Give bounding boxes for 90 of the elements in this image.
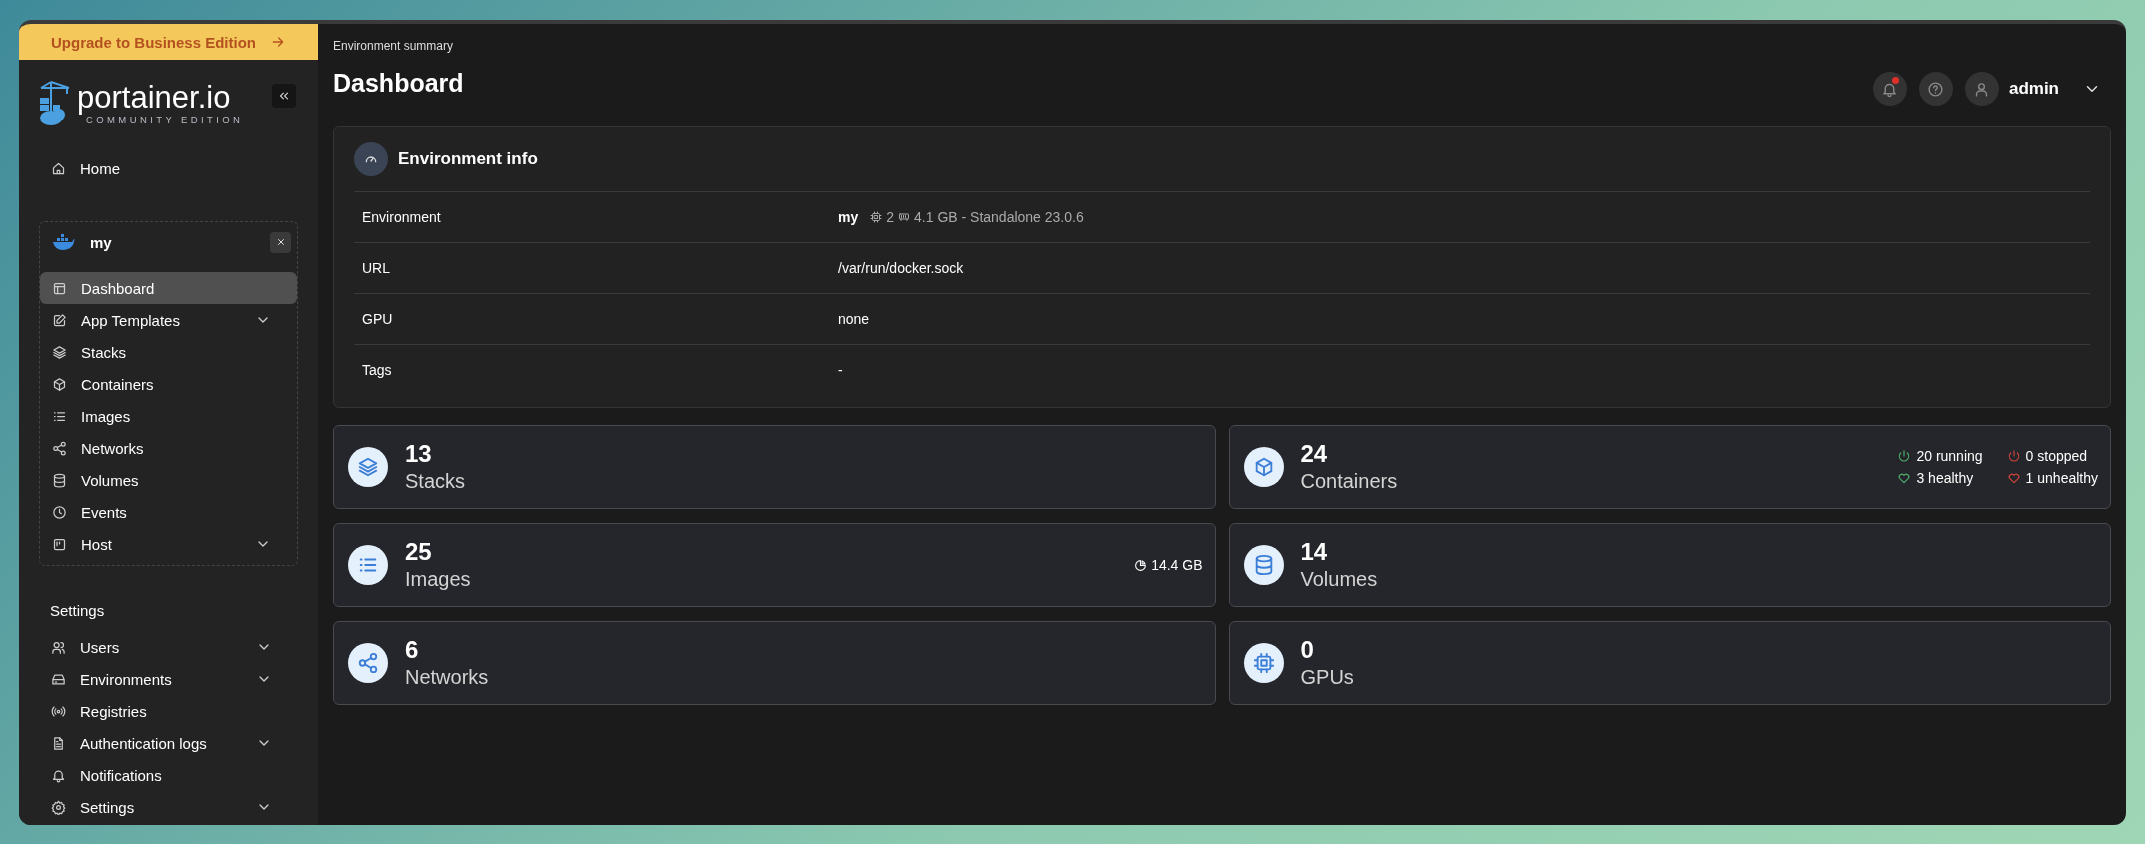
nav-item[interactable]: Settings [39, 791, 298, 823]
document-icon [51, 735, 66, 751]
stat-card[interactable]: 6 Networks [333, 621, 1216, 705]
cpu-count: 2 [886, 209, 895, 225]
chip-icon [870, 211, 883, 223]
share-icon [52, 440, 67, 456]
stat-card[interactable]: 25 Images 14.4 GB [333, 523, 1216, 607]
info-label: Environment [362, 209, 442, 225]
info-value: none [838, 311, 871, 327]
database-icon [52, 472, 67, 488]
info-value: my [838, 209, 859, 225]
stat-card[interactable]: 0 GPUs [1228, 621, 2111, 705]
nav-item[interactable]: Environments [39, 663, 298, 695]
cube-icon [52, 376, 67, 392]
help-icon [1927, 80, 1945, 98]
host-icon [52, 536, 67, 552]
close-environment-button[interactable] [270, 231, 291, 253]
memory-icon [898, 211, 911, 223]
nav-item[interactable]: Events [40, 496, 297, 528]
nav-item[interactable]: Networks [40, 432, 297, 464]
info-value: /var/run/docker.sock [838, 260, 965, 276]
arrow-right-icon [270, 34, 286, 50]
users-icon [51, 639, 66, 655]
container-stat: 1 unhealthy [2025, 470, 2098, 486]
container-stat: 20 running [1916, 448, 1983, 464]
bell-icon [51, 767, 66, 783]
stat-card[interactable]: 14 Volumes [1228, 523, 2111, 607]
nav-item[interactable]: Home [39, 152, 298, 184]
help-button[interactable] [1918, 72, 1953, 106]
info-label: Tags [362, 362, 393, 378]
environment-details: 4.1 GB - Standalone 23.0.6 [914, 209, 1084, 225]
card-label: Images [405, 567, 472, 592]
info-value: - [838, 362, 844, 378]
logo-edition: COMMUNITY EDITION [86, 113, 244, 125]
collapse-icon [277, 89, 291, 103]
heart-icon [1897, 471, 1912, 485]
count: 25 [405, 538, 433, 566]
drive-icon [51, 671, 66, 687]
edit-icon [52, 312, 67, 328]
count: 0 [1300, 636, 1315, 664]
layers-icon [52, 344, 67, 360]
card-label: Networks [405, 665, 490, 690]
home-icon [51, 160, 66, 176]
info-label: URL [362, 260, 391, 276]
user-name: admin [2008, 79, 2059, 99]
logo-wordmark: portainer.io [77, 81, 232, 114]
disk-size: 14.4 GB [1151, 557, 1203, 573]
nav-item[interactable]: App Templates [40, 304, 297, 336]
info-label: GPU [362, 311, 394, 327]
card-label: GPUs [1300, 665, 1355, 690]
card-label: Volumes [1300, 567, 1379, 592]
notifications-button[interactable] [1872, 72, 1907, 106]
nav-item[interactable]: Registries [39, 695, 298, 727]
chip-icon [1252, 652, 1275, 674]
nav-item[interactable]: Dashboard [40, 272, 297, 304]
stat-card[interactable]: 24 Containers 20 running 0 stopped 3 healthy 1 unhealthy [1228, 425, 2111, 509]
stat-card[interactable]: 13 Stacks [333, 425, 1216, 509]
layout-icon [52, 280, 67, 296]
count: 6 [405, 636, 420, 664]
nav-item[interactable]: Containers [40, 368, 297, 400]
card-label: Stacks [405, 469, 467, 494]
breadcrumb: Environment summary [333, 39, 455, 53]
count: 13 [405, 440, 433, 468]
clock-icon [52, 504, 67, 520]
whale-icon [52, 233, 76, 251]
settings-icon [51, 799, 66, 815]
environment-name: my [90, 233, 113, 251]
section-heading: Settings [50, 602, 106, 619]
nav-item[interactable]: Images [40, 400, 297, 432]
share-icon [357, 652, 379, 674]
pie-chart-icon [1134, 558, 1148, 572]
power-icon [1897, 449, 1912, 463]
nav-item[interactable]: Volumes [40, 464, 297, 496]
panel-title: Environment info [398, 149, 538, 169]
layers-icon [357, 456, 379, 478]
nav-item[interactable]: Stacks [40, 336, 297, 368]
card-label: Containers [1300, 469, 1399, 494]
container-stat: 0 stopped [2025, 448, 2088, 464]
heart-icon [2006, 471, 2021, 485]
container-stat: 3 healthy [1916, 470, 1974, 486]
nav-item[interactable]: Host [40, 528, 297, 560]
collapse-sidebar-button[interactable] [272, 84, 296, 108]
power-icon [2006, 449, 2021, 463]
user-avatar-button[interactable] [1964, 72, 1999, 106]
nav-item[interactable]: Users [39, 631, 298, 663]
count: 24 [1300, 440, 1329, 468]
nav-item[interactable]: Notifications [39, 759, 298, 791]
nav-item[interactable]: Authentication logs [39, 727, 298, 759]
count: 14 [1300, 538, 1329, 566]
page-title: Dashboard [333, 69, 464, 98]
